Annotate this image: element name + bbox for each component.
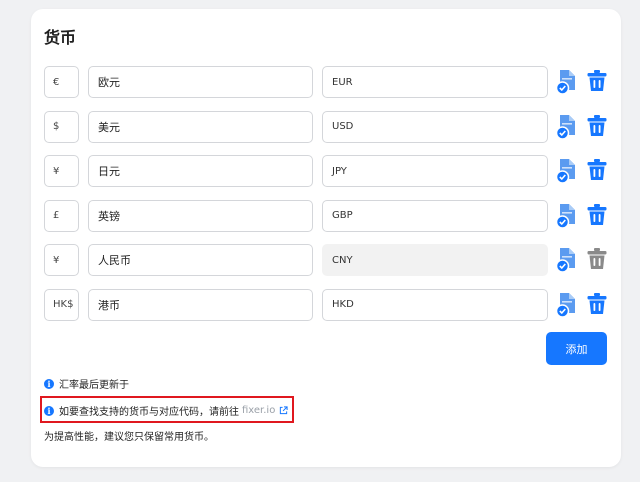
- currency-code-field: CNY: [322, 244, 548, 277]
- document-check-icon[interactable]: [556, 292, 578, 318]
- section-title: 货币: [44, 28, 77, 47]
- currency-symbol-field[interactable]: $: [44, 110, 79, 143]
- currency-row: $ 美元 USD: [44, 110, 609, 143]
- highlight-box: [40, 396, 294, 423]
- currency-name-field[interactable]: 港币: [88, 288, 313, 321]
- currency-name-field[interactable]: 日元: [88, 155, 313, 188]
- last-updated-line: i 汇率最后更新于: [44, 376, 129, 391]
- document-check-icon[interactable]: [556, 114, 578, 140]
- trash-icon[interactable]: [586, 114, 608, 138]
- trash-icon[interactable]: [586, 158, 608, 182]
- document-check-icon[interactable]: [556, 158, 578, 184]
- currency-code-field[interactable]: HKD: [322, 288, 548, 321]
- currency-symbol-field[interactable]: £: [44, 199, 79, 232]
- currency-name-field[interactable]: 英镑: [88, 199, 313, 232]
- currency-name-field[interactable]: 人民币: [88, 244, 313, 277]
- document-check-icon[interactable]: [556, 69, 578, 95]
- trash-icon[interactable]: [586, 203, 608, 227]
- currency-symbol-field[interactable]: HK$: [44, 288, 79, 321]
- currency-code-field[interactable]: USD: [322, 110, 548, 143]
- currency-row: ¥ 日元 JPY: [44, 155, 609, 188]
- currency-row: ¥ 人民币 CNY: [44, 244, 609, 277]
- currency-name-field[interactable]: 美元: [88, 110, 313, 143]
- currency-name-field[interactable]: 欧元: [88, 66, 313, 98]
- currency-row: € 欧元 EUR: [44, 66, 609, 98]
- trash-icon: [587, 248, 607, 270]
- currency-list: € 欧元 EUR $ 美元 USD ¥ 日元 JPY £ 英镑 GBP ¥ 人民…: [44, 66, 609, 334]
- currency-code-field[interactable]: EUR: [322, 66, 548, 98]
- currency-code-field[interactable]: GBP: [322, 199, 548, 232]
- currency-symbol-field[interactable]: ¥: [44, 244, 79, 277]
- trash-icon[interactable]: [586, 292, 608, 316]
- trash-icon[interactable]: [586, 69, 608, 93]
- currency-row: HK$ 港币 HKD: [44, 288, 609, 321]
- last-updated-text: 汇率最后更新于: [59, 380, 129, 391]
- currency-row: £ 英镑 GBP: [44, 199, 609, 232]
- info-icon: i: [44, 378, 54, 389]
- document-check-icon[interactable]: [556, 247, 578, 274]
- currency-symbol-field[interactable]: €: [44, 66, 79, 98]
- performance-tip: 为提高性能，建议您只保留常用货币。: [44, 432, 214, 443]
- add-currency-button[interactable]: 添加: [546, 332, 607, 365]
- currency-code-field[interactable]: JPY: [322, 155, 548, 188]
- currency-settings-card: 货币 € 欧元 EUR $ 美元 USD ¥ 日元 JPY £ 英镑 GBP ¥…: [31, 9, 621, 467]
- document-check-icon[interactable]: [556, 203, 578, 229]
- currency-symbol-field[interactable]: ¥: [44, 155, 79, 188]
